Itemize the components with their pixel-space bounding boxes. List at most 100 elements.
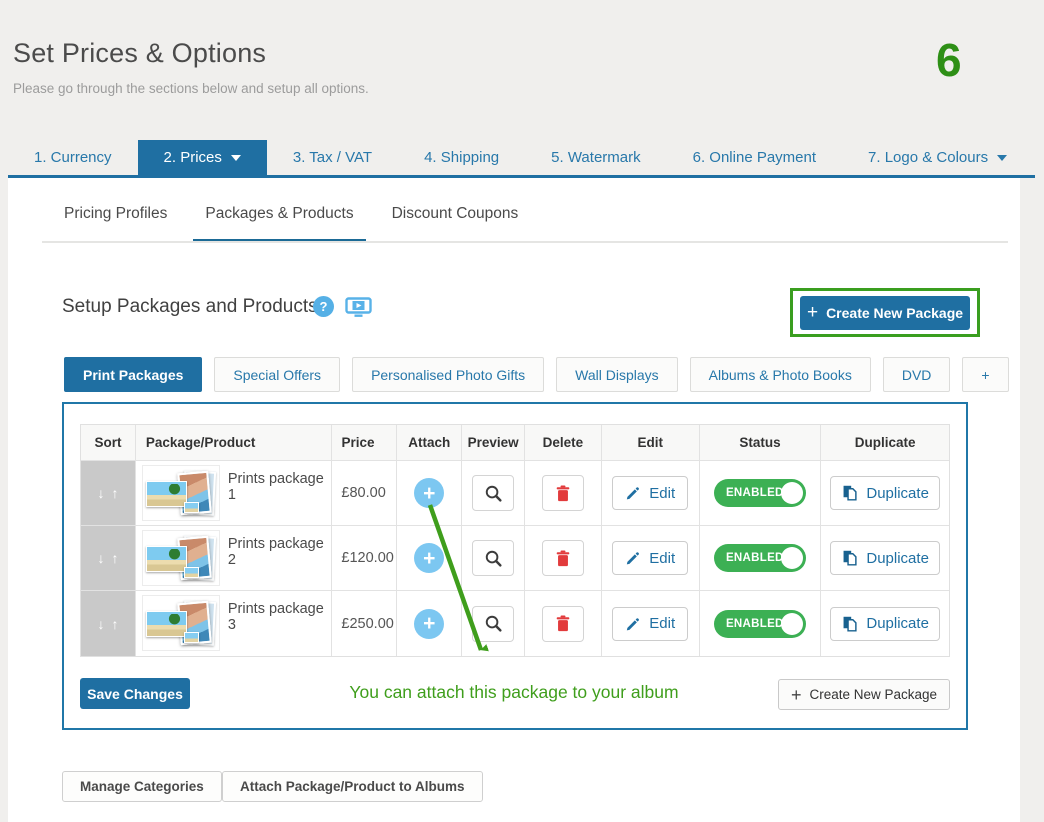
preview-button[interactable] (472, 605, 515, 642)
magnifier-icon (485, 550, 502, 567)
edit-button[interactable]: Edit (612, 606, 689, 641)
col-header-duplicate: Duplicate (854, 435, 916, 450)
page-subtitle: Please go through the sections below and… (13, 81, 369, 96)
sort-handle[interactable]: ↓ ↑ (81, 526, 136, 590)
duplicate-label: Duplicate (866, 615, 929, 632)
manage-categories-button[interactable]: Manage Categories (62, 771, 222, 802)
package-product-cell: Prints package 1 (136, 461, 333, 525)
sort-up-icon[interactable]: ↑ (111, 550, 118, 566)
delete-button[interactable] (541, 475, 584, 511)
status-toggle[interactable]: ENABLED (713, 479, 806, 507)
magnifier-icon (485, 485, 502, 502)
attach-plus-button[interactable]: + (414, 478, 445, 508)
create-new-package-label: Create New Package (809, 687, 938, 702)
tab-currency[interactable]: 1. Currency (8, 140, 138, 175)
package-name: Prints package 1 (227, 471, 324, 503)
toggle-knob[interactable] (780, 612, 803, 635)
pencil-icon (627, 487, 640, 500)
copy-icon (843, 616, 857, 632)
pencil-icon (627, 617, 640, 630)
tab-logo-colours[interactable]: 7. Logo & Colours (842, 140, 1033, 175)
save-changes-button[interactable]: Save Changes (80, 678, 190, 709)
toggle-knob[interactable] (780, 547, 803, 569)
create-new-package-label: Create New Package (826, 304, 964, 321)
toggle-knob[interactable] (780, 482, 803, 504)
sort-up-icon[interactable]: ↑ (111, 485, 118, 501)
status-label: ENABLED (725, 487, 784, 499)
preview-button[interactable] (472, 475, 515, 511)
create-new-package-button[interactable]: + Create New Package (800, 295, 970, 330)
pkg-tab-print-packages[interactable]: Print Packages (64, 357, 203, 392)
delete-button[interactable] (541, 540, 584, 576)
tab-tax-vat[interactable]: 3. Tax / VAT (267, 140, 398, 175)
pkg-tab-personalised-photo-gifts[interactable]: Personalised Photo Gifts (352, 357, 545, 392)
tab-label: 3. Tax / VAT (292, 149, 373, 166)
attach-package-to-albums-button[interactable]: Attach Package/Product to Albums (222, 771, 483, 802)
col-header-sort: Sort (81, 425, 136, 460)
edit-label: Edit (649, 615, 676, 632)
col-header-edit: Edit (602, 425, 700, 460)
duplicate-button[interactable]: Duplicate (830, 606, 941, 641)
tab-shipping[interactable]: 4. Shipping (398, 140, 525, 175)
create-new-package-button-secondary[interactable]: + Create New Package (778, 679, 950, 710)
caret-down-icon (230, 154, 241, 161)
tab-prices[interactable]: 2. Prices (137, 140, 267, 175)
video-tutorial-icon[interactable] (345, 297, 372, 323)
package-product-cell: Prints package 3 (136, 591, 333, 656)
tab-label: 7. Logo & Colours (868, 149, 989, 166)
col-header-status: Status (700, 425, 822, 460)
table-row: ↓ ↑ Prints package 3 £250.00 + Edit ENAB… (81, 591, 949, 656)
content-panel: Pricing Profiles Packages & Products Dis… (8, 178, 1020, 822)
col-header-price: Price (332, 425, 398, 460)
status-toggle[interactable]: ENABLED (713, 609, 806, 638)
edit-button[interactable]: Edit (612, 476, 689, 510)
package-thumbnail (141, 465, 220, 521)
tab-online-payment[interactable]: 6. Online Payment (667, 140, 842, 175)
magnifier-icon (485, 615, 502, 632)
sort-up-icon[interactable]: ↑ (111, 616, 118, 632)
subtab-packages-products[interactable]: Packages & Products (193, 205, 366, 243)
attach-plus-button[interactable]: + (414, 608, 445, 639)
package-price: £250.00 (341, 615, 394, 632)
tab-label: 1. Currency (34, 149, 112, 166)
pkg-tab-dvd[interactable]: DVD (882, 357, 951, 392)
package-name: Prints package 2 (227, 536, 324, 568)
status-toggle[interactable]: ENABLED (713, 544, 806, 572)
duplicate-button[interactable]: Duplicate (830, 541, 941, 575)
edit-label: Edit (649, 549, 676, 567)
pencil-icon (627, 552, 640, 565)
trash-icon (556, 549, 570, 566)
package-price: £120.00 (341, 550, 394, 566)
duplicate-button[interactable]: Duplicate (830, 476, 941, 510)
sort-down-icon[interactable]: ↓ (97, 485, 104, 501)
help-icon[interactable]: ? (313, 296, 334, 317)
tab-label: 2. Prices (163, 149, 222, 166)
table-header-row: Sort Package/Product Price Attach Previe… (81, 425, 949, 461)
table-row: ↓ ↑ Prints package 2 £120.00 + Edit ENAB… (81, 526, 949, 591)
sort-down-icon[interactable]: ↓ (97, 550, 104, 566)
package-category-tabs: Print Packages Special Offers Personalis… (64, 357, 1009, 392)
pkg-tab-add[interactable]: + (962, 357, 1009, 392)
attach-plus-button[interactable]: + (414, 543, 445, 573)
preview-button[interactable] (472, 540, 515, 576)
col-header-preview: Preview (462, 425, 526, 460)
pkg-tab-wall-displays[interactable]: Wall Displays (556, 357, 678, 392)
sort-handle[interactable]: ↓ ↑ (81, 461, 136, 525)
col-header-attach: Attach (397, 425, 463, 460)
step-number-badge: 6 (936, 34, 962, 86)
trash-icon (556, 615, 570, 632)
delete-button[interactable] (541, 605, 584, 642)
pkg-tab-special-offers[interactable]: Special Offers (214, 357, 341, 392)
tab-watermark[interactable]: 5. Watermark (525, 140, 666, 175)
package-product-cell: Prints package 2 (136, 526, 333, 590)
copy-icon (843, 550, 857, 566)
page-title: Set Prices & Options (13, 38, 267, 68)
col-header-package-product: Package/Product (136, 425, 333, 460)
copy-icon (843, 485, 857, 501)
sort-down-icon[interactable]: ↓ (97, 616, 104, 632)
subtab-discount-coupons[interactable]: Discount Coupons (380, 205, 531, 243)
sort-handle[interactable]: ↓ ↑ (81, 591, 136, 656)
pkg-tab-albums-photo-books[interactable]: Albums & Photo Books (689, 357, 871, 392)
edit-button[interactable]: Edit (612, 541, 689, 575)
subtab-pricing-profiles[interactable]: Pricing Profiles (52, 205, 179, 243)
